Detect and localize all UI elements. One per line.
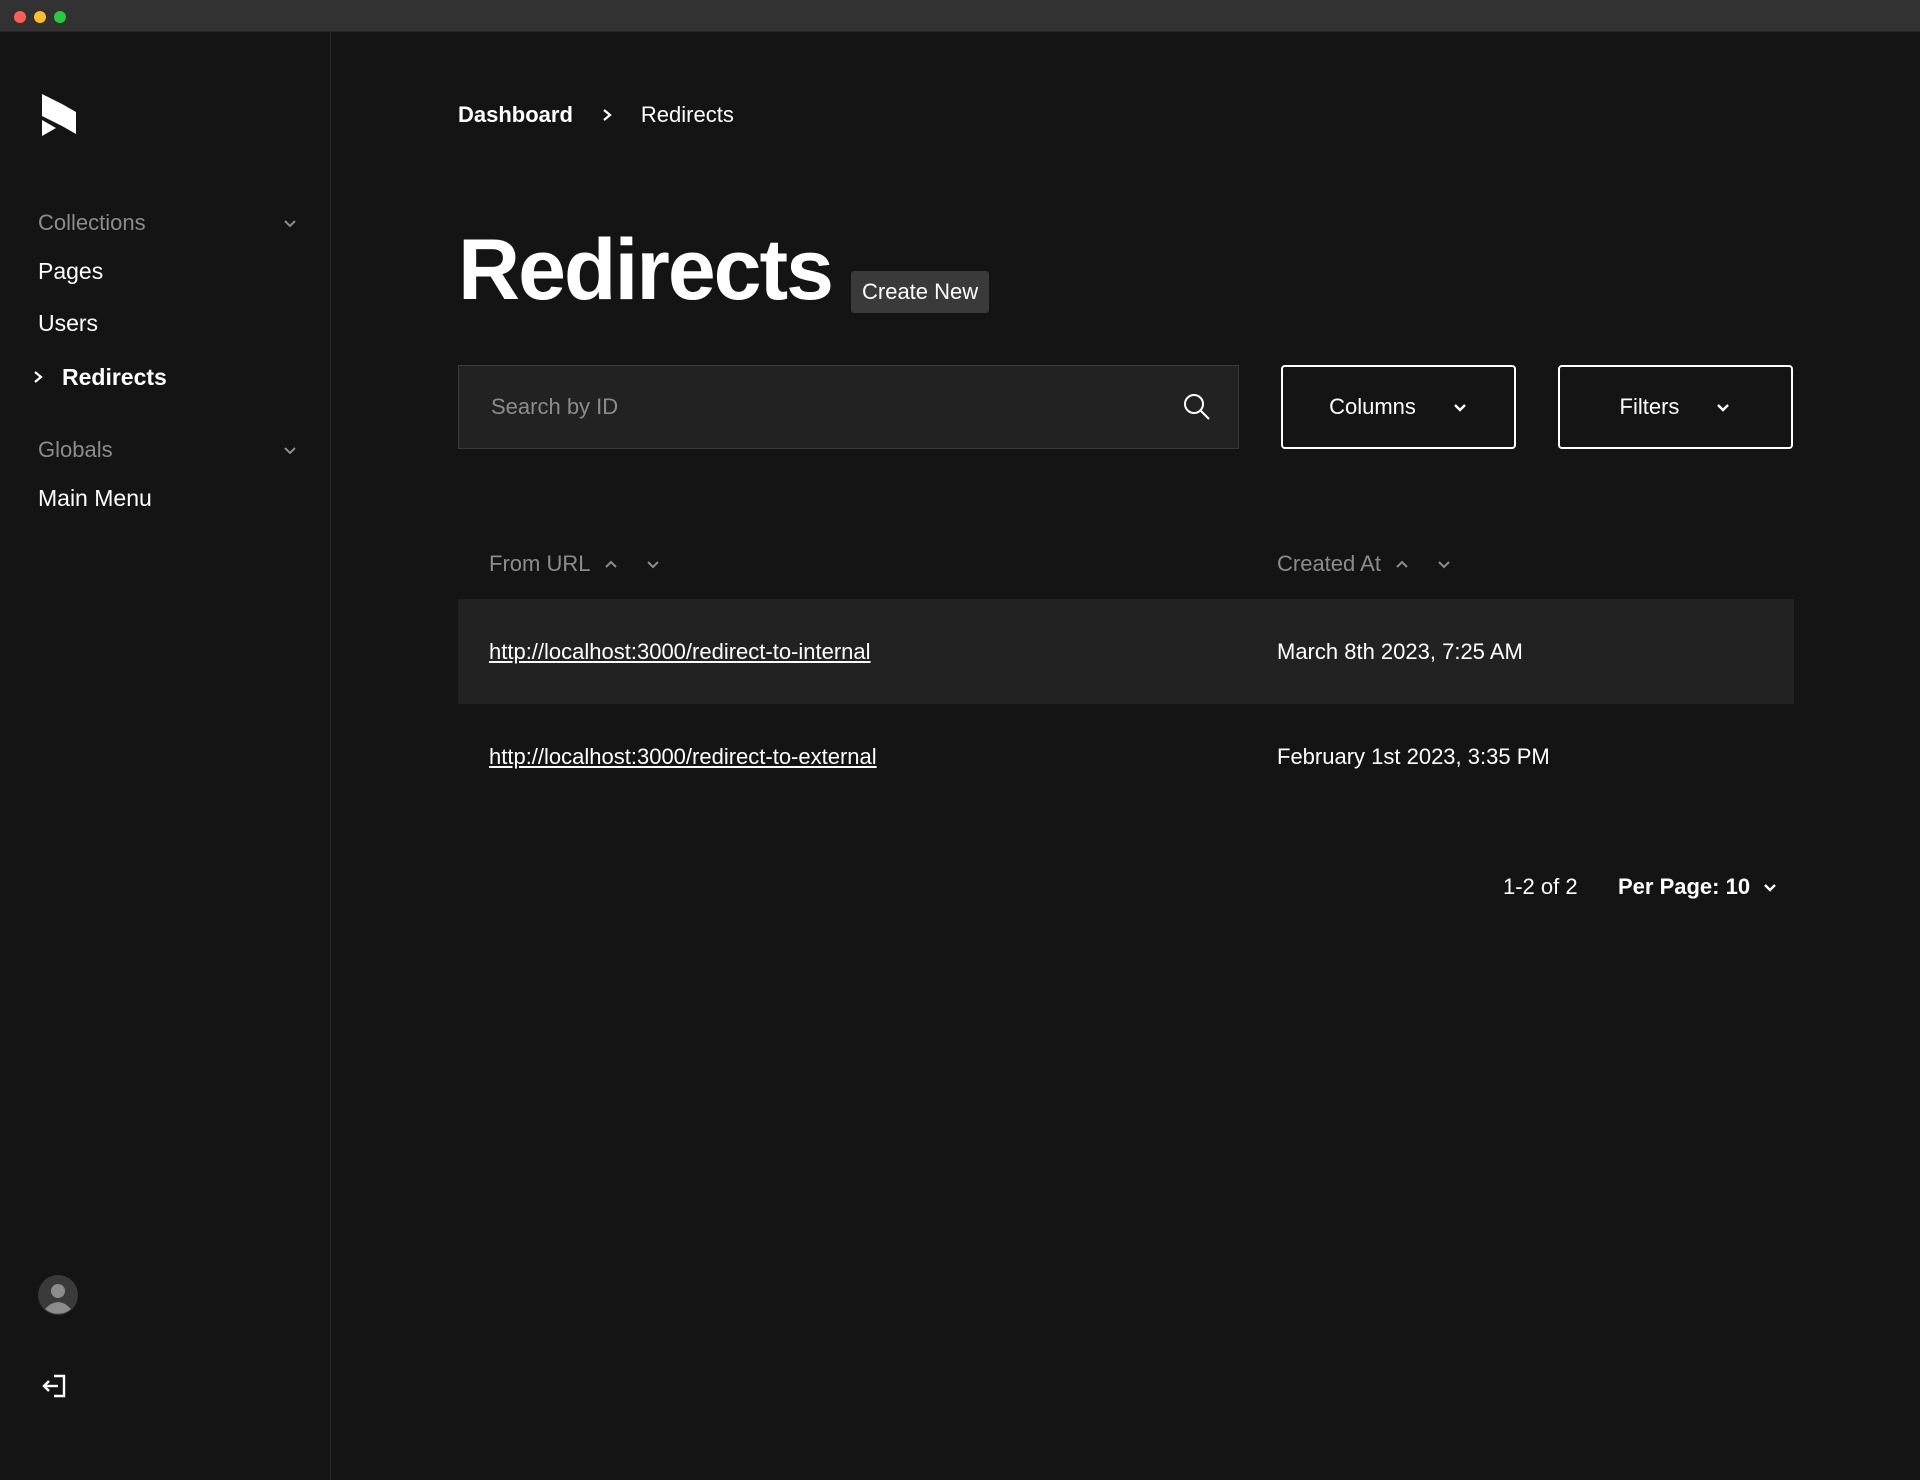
window-close-button[interactable] xyxy=(14,11,26,23)
sort-ascending-icon[interactable] xyxy=(604,557,618,571)
create-new-button[interactable]: Create New xyxy=(851,271,990,313)
nav-group-label: Collections xyxy=(38,210,146,235)
columns-dropdown-button[interactable]: Columns xyxy=(1281,365,1516,449)
window-maximize-button[interactable] xyxy=(54,11,66,23)
column-header-created-at: Created At xyxy=(1277,544,1451,584)
sidebar: Collections Pages Users Redirects Global… xyxy=(0,32,331,1480)
search-box xyxy=(458,365,1239,449)
nav-group-globals[interactable]: Globals xyxy=(38,435,298,465)
from-url-link[interactable]: http://localhost:3000/redirect-to-intern… xyxy=(489,639,871,665)
sidebar-item-label: Main Menu xyxy=(38,484,152,511)
nav-group-label: Globals xyxy=(38,437,113,462)
sidebar-item-label: Redirects xyxy=(62,363,167,390)
sidebar-item-redirects[interactable]: Redirects xyxy=(62,362,167,392)
per-page-dropdown[interactable]: Per Page: 10 xyxy=(1618,874,1778,900)
main-content: Dashboard Redirects Redirects Create New… xyxy=(332,32,1920,1480)
breadcrumb-dashboard-link[interactable]: Dashboard xyxy=(458,102,573,128)
table-row: http://localhost:3000/redirect-to-extern… xyxy=(458,704,1794,809)
table-header: From URL Created At xyxy=(458,544,1794,584)
chevron-down-icon xyxy=(1764,884,1776,892)
chevron-right-icon xyxy=(603,109,612,121)
created-at-cell: March 8th 2023, 7:25 AM xyxy=(1277,638,1523,664)
nav-group-collections[interactable]: Collections xyxy=(38,208,298,238)
page-title: Redirects xyxy=(458,222,834,318)
logout-icon[interactable] xyxy=(40,1370,72,1402)
sort-descending-icon[interactable] xyxy=(646,557,660,571)
chevron-down-icon xyxy=(1454,404,1466,412)
chevron-down-icon xyxy=(1717,404,1730,412)
from-url-link[interactable]: http://localhost:3000/redirect-to-extern… xyxy=(489,744,877,770)
user-avatar-icon[interactable] xyxy=(38,1275,78,1315)
search-icon[interactable] xyxy=(1182,392,1212,422)
sort-ascending-icon[interactable] xyxy=(1395,557,1409,571)
sidebar-item-users[interactable]: Users xyxy=(38,308,98,338)
filters-dropdown-button[interactable]: Filters xyxy=(1558,365,1793,449)
chevron-down-icon xyxy=(284,447,296,455)
column-header-label: From URL xyxy=(489,551,591,576)
column-header-from-url: From URL xyxy=(489,544,660,584)
sidebar-item-pages[interactable]: Pages xyxy=(38,256,103,286)
sort-descending-icon[interactable] xyxy=(1437,557,1451,571)
per-page-label: Per Page: 10 xyxy=(1618,874,1751,899)
breadcrumb: Dashboard Redirects xyxy=(458,100,734,130)
search-input[interactable] xyxy=(459,366,1182,448)
pagination-info: 1-2 of 2 xyxy=(1503,874,1578,899)
sidebar-item-main-menu[interactable]: Main Menu xyxy=(38,483,152,513)
filters-label: Filters xyxy=(1619,394,1680,419)
breadcrumb-current: Redirects xyxy=(640,102,734,127)
chevron-right-icon xyxy=(34,371,43,383)
table-row: http://localhost:3000/redirect-to-intern… xyxy=(458,599,1794,704)
created-at-cell: February 1st 2023, 3:35 PM xyxy=(1277,743,1550,769)
window-titlebar xyxy=(0,0,1920,32)
sidebar-item-label: Pages xyxy=(38,257,104,284)
columns-label: Columns xyxy=(1329,394,1416,419)
window-minimize-button[interactable] xyxy=(34,11,46,23)
column-header-label: Created At xyxy=(1277,551,1381,576)
payload-logo-icon[interactable] xyxy=(38,90,80,138)
sidebar-item-label: Users xyxy=(38,309,99,336)
chevron-down-icon xyxy=(284,220,296,228)
